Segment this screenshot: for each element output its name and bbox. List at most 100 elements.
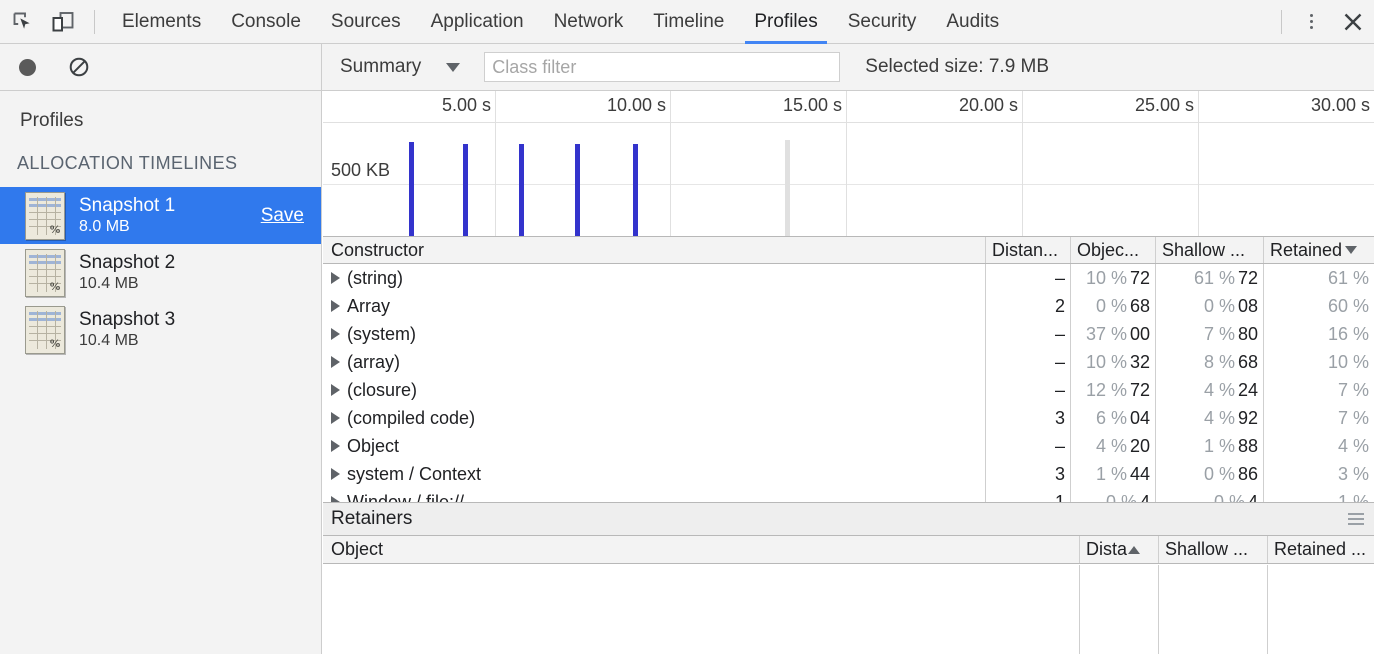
sidebar-item-snapshot-2[interactable]: % Snapshot 2 10.4 MB [0, 244, 321, 301]
tab-label: Security [847, 10, 917, 32]
constructor-name: Object [347, 435, 400, 456]
table-row[interactable]: Window / file://1 0 % 4 0 % 4 1 % [323, 488, 1374, 502]
tab-elements[interactable]: Elements [107, 0, 216, 44]
tab-network[interactable]: Network [539, 0, 639, 44]
column-header-constructor[interactable]: Constructor [323, 237, 985, 263]
percent-value: 0 % [1105, 491, 1137, 503]
tab-application[interactable]: Application [416, 0, 539, 44]
table-row[interactable]: Array 2 0 % 68 0 % 08 60 % [323, 292, 1374, 320]
percent-value: 4 % [1095, 435, 1127, 456]
column-header-retainer-retained[interactable]: Retained ... [1267, 536, 1374, 563]
expand-triangle-icon[interactable] [331, 440, 340, 452]
constructor-name: (compiled code) [347, 407, 476, 428]
chevron-down-icon [446, 62, 461, 72]
record-icon[interactable] [9, 51, 45, 83]
table-row[interactable]: (array) –10 % 32 8 % 68 10 % [323, 348, 1374, 376]
cell-distance: 3 [985, 460, 1070, 488]
table-row[interactable]: (compiled code) 3 6 % 04 4 % 92 7 % [323, 404, 1374, 432]
chart-x-tick-label: 10.00 s [606, 95, 666, 115]
count-value: 00 [1129, 323, 1150, 344]
constructor-grid: Constructor Distan... Objec... Shallow .… [323, 236, 1374, 502]
expand-triangle-icon[interactable] [331, 412, 340, 424]
percent-value: 10 % [1085, 351, 1127, 372]
allocation-timeline-chart[interactable]: 5.00 s 10.00 s 15.00 s 20.00 s 25.00 s 30.00 … [323, 91, 1374, 236]
expand-triangle-icon[interactable] [331, 300, 340, 312]
column-header-retained-size[interactable]: Retained [1263, 237, 1374, 263]
view-select[interactable]: Summary [340, 56, 461, 78]
close-icon[interactable] [1332, 5, 1374, 39]
toolbar-divider-right [1281, 9, 1282, 34]
constructor-name: Window / file:// [347, 491, 465, 503]
save-snapshot-link[interactable]: Save [261, 205, 304, 227]
column-header-shallow-size[interactable]: Shallow ... [1155, 237, 1263, 263]
panel-tabs: Elements Console Sources Application Net… [107, 0, 1014, 44]
expand-triangle-icon[interactable] [331, 356, 340, 368]
cell-shallow-size: 61 % 72 [1155, 264, 1263, 292]
table-row[interactable]: Object –4 % 20 1 % 88 4 % [323, 432, 1374, 460]
tab-timeline[interactable]: Timeline [638, 0, 739, 44]
cell-objects-count: 12 % 72 [1070, 376, 1155, 404]
expand-triangle-icon[interactable] [331, 384, 340, 396]
cell-shallow-size: 1 % 88 [1155, 432, 1263, 460]
constructor-name: (string) [347, 267, 404, 288]
cell-retained-size: 7 % [1263, 404, 1374, 432]
table-row[interactable]: (closure) –12 % 72 4 % 24 7 % [323, 376, 1374, 404]
tab-profiles[interactable]: Profiles [739, 0, 832, 44]
tab-sources[interactable]: Sources [316, 0, 416, 44]
count-value: 24 [1237, 379, 1258, 400]
class-filter-input[interactable] [484, 52, 841, 82]
constructor-name: Array [347, 295, 391, 316]
percent-value: 7 % [1337, 407, 1369, 428]
cell-distance: – [985, 348, 1070, 376]
table-row[interactable]: (system) –37 % 00 7 % 80 16 % [323, 320, 1374, 348]
tab-security[interactable]: Security [833, 0, 932, 44]
tab-console[interactable]: Console [216, 0, 316, 44]
expand-triangle-icon[interactable] [331, 468, 340, 480]
tab-label: Profiles [754, 10, 818, 32]
count-value: 72 [1129, 379, 1150, 400]
cell-retained-size: 61 % [1263, 264, 1374, 292]
cell-retained-size: 60 % [1263, 292, 1374, 320]
device-toolbar-icon[interactable] [46, 7, 80, 37]
sidebar-item-snapshot-3[interactable]: % Snapshot 3 10.4 MB [0, 301, 321, 358]
tab-label: Application [430, 10, 524, 32]
chart-vertical-gridline [495, 91, 496, 122]
cell-constructor: (compiled code) [323, 404, 985, 432]
table-row[interactable]: system / Context 3 1 % 44 0 % 86 3 % [323, 460, 1374, 488]
cell-objects-count: 4 % 20 [1070, 432, 1155, 460]
snapshot-size: 10.4 MB [79, 275, 139, 292]
table-row[interactable]: (string) –10 % 72 61 % 72 61 % [323, 264, 1374, 292]
sidebar-title: Profiles [20, 110, 84, 131]
constructor-grid-header: Constructor Distan... Objec... Shallow .… [323, 237, 1374, 264]
tab-label: Console [231, 10, 301, 32]
column-header-object[interactable]: Object [323, 536, 1079, 563]
sort-descending-icon [1345, 246, 1358, 254]
cell-shallow-size: 4 % 92 [1155, 404, 1263, 432]
menu-icon[interactable] [1348, 513, 1364, 525]
expand-triangle-icon[interactable] [331, 328, 340, 340]
percent-value: 6 % [1095, 407, 1127, 428]
column-label: Retained ... [1274, 539, 1367, 559]
cell-retained-size: 16 % [1263, 320, 1374, 348]
chart-x-tick-label: 5.00 s [441, 95, 491, 115]
retainers-grid-rows[interactable] [323, 565, 1374, 654]
snapshot-thumbnail-icon: % [25, 191, 65, 240]
chart-vertical-gridline [1022, 122, 1023, 236]
column-header-objects-count[interactable]: Objec... [1070, 237, 1155, 263]
sidebar-item-snapshot-1[interactable]: % Snapshot 1 8.0 MB Save [0, 187, 321, 244]
cell-objects-count: 10 % 72 [1070, 264, 1155, 292]
snapshot-texts: Snapshot 2 10.4 MB [79, 252, 175, 293]
column-header-retainer-shallow[interactable]: Shallow ... [1158, 536, 1267, 563]
inspect-element-icon[interactable] [6, 7, 40, 37]
profiles-toolbar: Summary Selected size: 7.9 MB [0, 44, 1374, 91]
clear-icon[interactable] [61, 51, 97, 83]
expand-triangle-icon[interactable] [331, 272, 340, 284]
more-options-icon[interactable] [1294, 5, 1328, 39]
column-header-distance[interactable]: Distan... [985, 237, 1070, 263]
tab-audits[interactable]: Audits [931, 0, 1014, 44]
cell-objects-count: 6 % 04 [1070, 404, 1155, 432]
snapshot-name: Snapshot 3 [79, 309, 176, 330]
chart-x-tick-label: 30.00 s [1310, 95, 1370, 115]
column-label: Object [331, 539, 384, 559]
column-header-retainer-distance[interactable]: Dista [1079, 536, 1158, 563]
